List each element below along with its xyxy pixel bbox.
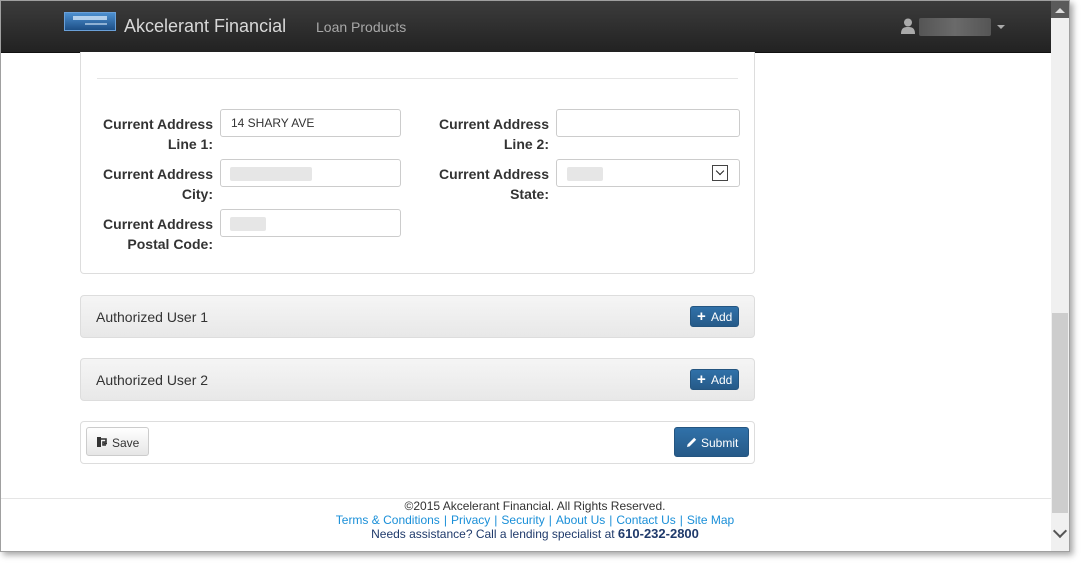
vertical-scrollbar[interactable] — [1051, 1, 1069, 551]
scroll-thumb[interactable] — [1052, 313, 1068, 513]
top-navbar: Akcelerant Financial Loan Products — [1, 1, 1051, 53]
add-authorized-user-1-button[interactable]: + Add — [690, 306, 739, 327]
address-line1-input[interactable]: 14 SHARY AVE — [220, 109, 401, 137]
security-link[interactable]: Security — [501, 513, 544, 527]
authorized-user-2-panel[interactable]: Authorized User 2 + Add — [80, 358, 755, 401]
address-postal-input[interactable] — [220, 209, 401, 237]
address-state-select[interactable] — [556, 159, 740, 187]
scroll-up-button[interactable] — [1051, 1, 1069, 18]
contact-us-link[interactable]: Contact Us — [616, 513, 675, 527]
divider — [97, 78, 738, 79]
chevron-up-icon — [1055, 8, 1065, 13]
plus-icon: + — [697, 308, 706, 325]
plus-icon: + — [697, 371, 706, 388]
nav-loan-products[interactable]: Loan Products — [316, 19, 406, 35]
page-footer: ©2015 Akcelerant Financial. All Rights R… — [1, 499, 1069, 541]
address-line1-label: Current Address Line 1: — [103, 116, 213, 152]
address-state-label: Current Address State: — [439, 166, 549, 202]
brand-name[interactable]: Akcelerant Financial — [124, 16, 286, 37]
terms-link[interactable]: Terms & Conditions — [336, 513, 440, 527]
phone-number[interactable]: 610-232-2800 — [618, 526, 699, 541]
add-authorized-user-2-button[interactable]: + Add — [690, 369, 739, 390]
user-icon — [901, 18, 915, 34]
browser-window: Akcelerant Financial Loan Products Curre… — [0, 0, 1070, 552]
authorized-user-1-title: Authorized User 1 — [96, 309, 209, 325]
redacted-value — [230, 217, 266, 231]
scroll-down-button[interactable] — [1051, 523, 1069, 543]
pencil-icon — [687, 437, 697, 447]
address-city-label: Current Address City: — [103, 166, 213, 202]
address-line2-input[interactable] — [556, 109, 740, 137]
chevron-down-icon — [997, 25, 1005, 29]
company-logo[interactable] — [64, 12, 116, 31]
about-us-link[interactable]: About Us — [556, 513, 605, 527]
assistance-text: Needs assistance? Call a lending special… — [371, 526, 699, 542]
privacy-link[interactable]: Privacy — [451, 513, 490, 527]
save-button[interactable]: Save — [86, 427, 149, 456]
chevron-down-icon — [1052, 523, 1068, 539]
redacted-value — [567, 167, 603, 181]
user-menu-dropdown[interactable] — [901, 15, 1011, 39]
user-name-redacted — [919, 18, 991, 36]
site-map-link[interactable]: Site Map — [687, 513, 734, 527]
authorized-user-1-panel[interactable]: Authorized User 1 + Add — [80, 295, 755, 338]
chevron-down-icon[interactable] — [712, 165, 728, 181]
address-postal-label: Current Address Postal Code: — [103, 216, 213, 252]
save-icon — [97, 437, 107, 447]
address-line2-label: Current Address Line 2: — [439, 116, 549, 152]
submit-button[interactable]: Submit — [674, 427, 749, 457]
current-address-panel: Current Address Line 1: 14 SHARY AVE Cur… — [80, 52, 755, 274]
footer-links: Terms & Conditions | Privacy | Security | Abou… — [335, 513, 735, 527]
redacted-value — [230, 167, 312, 181]
authorized-user-2-title: Authorized User 2 — [96, 372, 209, 388]
copyright-text: ©2015 Akcelerant Financial. All Rights R… — [404, 499, 666, 513]
address-city-input[interactable] — [220, 159, 401, 187]
form-actions-bar: Save Submit — [80, 421, 755, 464]
